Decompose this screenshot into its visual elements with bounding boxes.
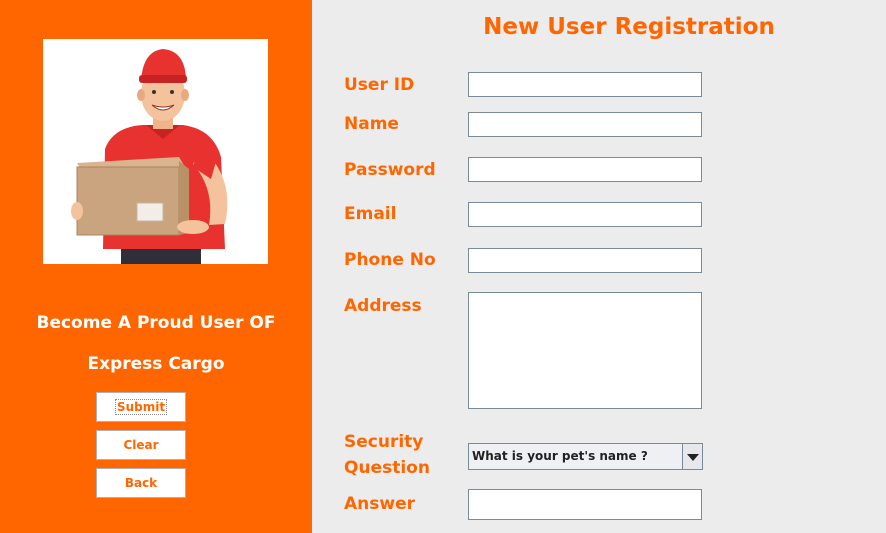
user-id-label: User ID [344,75,415,95]
sidebar-panel: Become A Proud User OF Express Cargo Sub… [0,0,312,533]
security-question-label-line2: Question [344,458,430,478]
delivery-man-icon [71,49,228,264]
password-label: Password [344,160,436,180]
user-id-field[interactable] [468,72,702,97]
delivery-man-illustration [43,39,268,264]
clear-button[interactable]: Clear [96,430,186,460]
promo-line-2: Express Cargo [87,354,225,374]
chevron-down-icon[interactable] [682,444,702,469]
phone-field[interactable] [468,248,702,273]
phone-label: Phone No [344,250,436,270]
name-label: Name [344,114,399,134]
security-question-value: What is your pet's name ? [472,449,648,463]
submit-button-label: Submit [114,399,168,415]
email-field[interactable] [468,202,702,227]
answer-field[interactable] [468,489,702,520]
address-label: Address [344,296,422,316]
promo-line-1: Become A Proud User OF [36,313,276,333]
password-field[interactable] [468,157,702,182]
address-field[interactable] [468,292,702,409]
security-question-select[interactable]: What is your pet's name ? [468,443,703,470]
answer-label: Answer [344,494,415,514]
back-button[interactable]: Back [96,468,186,498]
submit-button[interactable]: Submit [96,392,186,422]
page-title: New User Registration [483,14,775,40]
email-label: Email [344,204,397,224]
security-question-label-line1: Security [344,432,424,452]
name-field[interactable] [468,112,702,137]
